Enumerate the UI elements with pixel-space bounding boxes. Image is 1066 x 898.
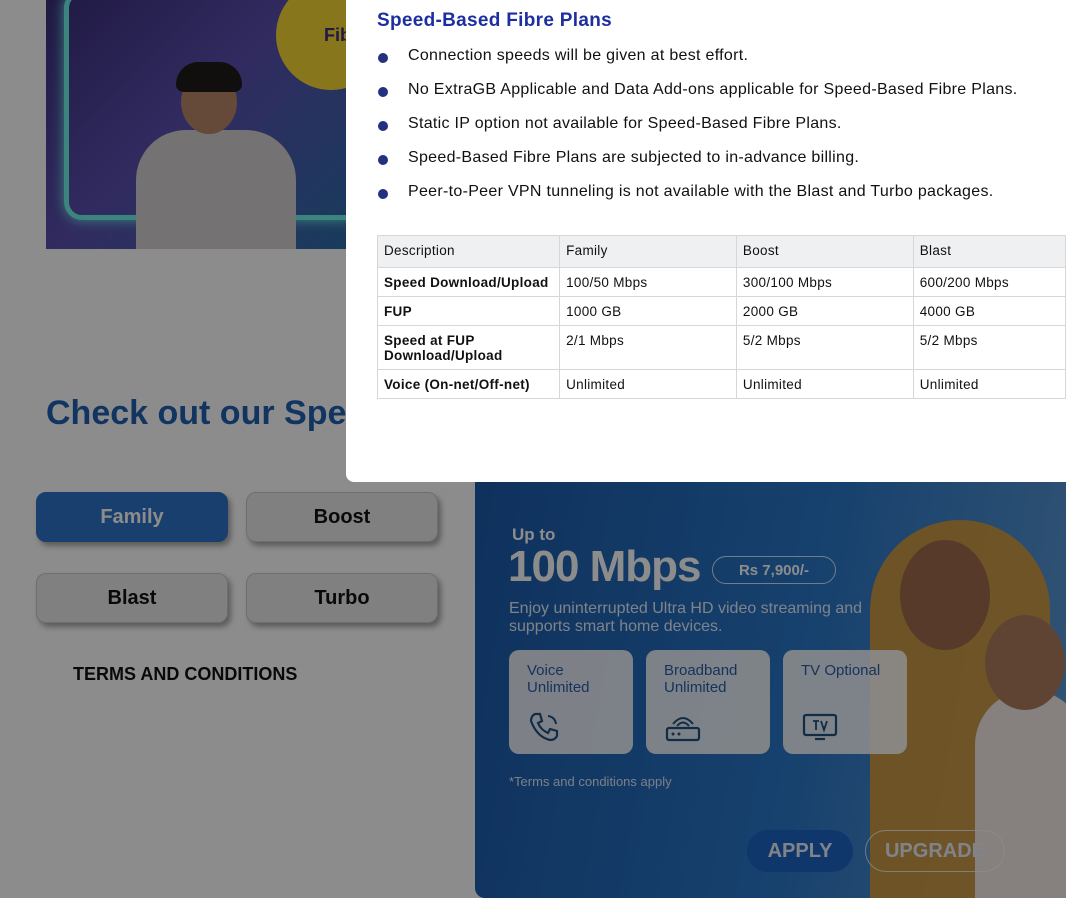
list-item: Peer-to-Peer VPN tunneling is not availa… — [377, 183, 1066, 217]
table-header: Boost — [735, 235, 914, 268]
table-cell: 100/50 Mbps — [559, 267, 737, 297]
table-cell: 1000 GB — [559, 296, 737, 326]
list-item: Connection speeds will be given at best … — [377, 47, 1066, 81]
table-cell: Voice (On-net/Off-net) — [376, 369, 561, 399]
list-item-text: No ExtraGB Applicable and Data Add-ons a… — [408, 81, 1018, 98]
table-header: Blast — [912, 235, 1066, 268]
table-cell: Unlimited — [912, 369, 1066, 399]
table-header: Description — [376, 235, 561, 268]
table-row: Speed at FUP Download/Upload 2/1 Mbps 5/… — [376, 325, 1066, 370]
list-item-text: Static IP option not available for Speed… — [408, 115, 842, 132]
table-row: FUP 1000 GB 2000 GB 4000 GB — [376, 296, 1066, 326]
table-cell: 300/100 Mbps — [735, 267, 914, 297]
bullet-icon — [378, 87, 388, 97]
bullet-icon — [378, 53, 388, 63]
list-item-text: Peer-to-Peer VPN tunneling is not availa… — [408, 183, 994, 200]
list-item: Speed-Based Fibre Plans are subjected to… — [377, 149, 1066, 183]
table-row: Voice (On-net/Off-net) Unlimited Unlimit… — [376, 369, 1066, 399]
table-cell: 5/2 Mbps — [735, 325, 914, 370]
table-cell: Speed at FUP Download/Upload — [376, 325, 561, 370]
plans-table: Description Family Boost Blast Speed Dow… — [376, 235, 1066, 399]
list-item-text: Connection speeds will be given at best … — [408, 47, 749, 64]
table-header-row: Description Family Boost Blast — [376, 235, 1066, 268]
plan-notes-list: Connection speeds will be given at best … — [377, 47, 1066, 217]
list-item: Static IP option not available for Speed… — [377, 115, 1066, 149]
table-cell: Unlimited — [559, 369, 737, 399]
table-cell: Speed Download/Upload — [376, 267, 561, 297]
bullet-icon — [378, 189, 388, 199]
table-header: Family — [559, 235, 737, 268]
bullet-icon — [378, 121, 388, 131]
modal-title: Speed-Based Fibre Plans — [377, 10, 612, 31]
table-cell: FUP — [376, 296, 561, 326]
list-item-text: Speed-Based Fibre Plans are subjected to… — [408, 149, 860, 166]
plan-details-modal: Speed-Based Fibre Plans Connection speed… — [346, 0, 1066, 482]
table-cell: 2000 GB — [735, 296, 914, 326]
table-cell: 2/1 Mbps — [559, 325, 737, 370]
bullet-icon — [378, 155, 388, 165]
table-cell: Unlimited — [735, 369, 914, 399]
table-cell: 600/200 Mbps — [912, 267, 1066, 297]
list-item: No ExtraGB Applicable and Data Add-ons a… — [377, 81, 1066, 115]
table-cell: 5/2 Mbps — [912, 325, 1066, 370]
table-cell: 4000 GB — [912, 296, 1066, 326]
table-row: Speed Download/Upload 100/50 Mbps 300/10… — [376, 267, 1066, 297]
